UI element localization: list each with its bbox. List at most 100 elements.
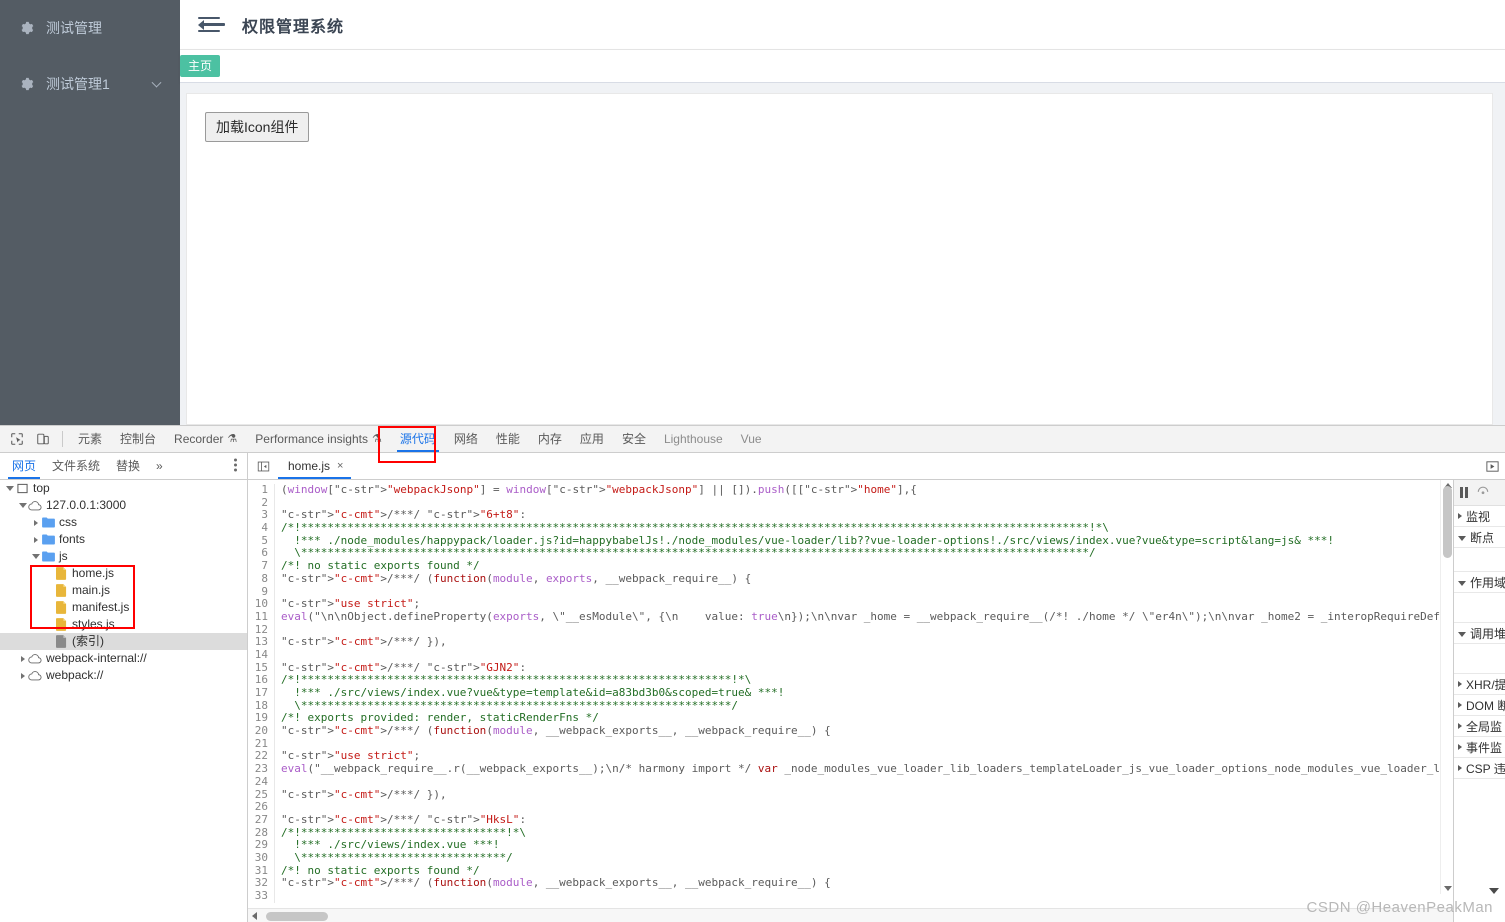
tab-recorder[interactable]: Recorder ⚗: [165, 426, 246, 452]
line-number[interactable]: 17: [248, 686, 274, 700]
tree-row[interactable]: fonts: [0, 531, 247, 548]
device-toolbar-icon[interactable]: [30, 427, 56, 451]
tab-security[interactable]: 安全: [613, 426, 655, 452]
tab-label: 网络: [453, 432, 478, 446]
tab-vue[interactable]: Vue: [732, 426, 771, 452]
tree-row[interactable]: styles.js: [0, 616, 247, 633]
tab-label: Performance insights: [255, 432, 368, 446]
chevron-right-icon[interactable]: [17, 655, 28, 662]
line-number[interactable]: 23: [248, 762, 274, 776]
debugger-section-header[interactable]: 监视: [1454, 506, 1505, 527]
tree-row[interactable]: css: [0, 514, 247, 531]
line-number[interactable]: 20: [248, 724, 274, 738]
chevron-right-icon[interactable]: [30, 519, 41, 526]
line-number[interactable]: 14: [248, 648, 274, 662]
tree-row[interactable]: manifest.js: [0, 599, 247, 616]
scroll-down-caret-icon[interactable]: [1489, 888, 1499, 894]
tree-row[interactable]: webpack-internal://: [0, 650, 247, 667]
debugger-section-header[interactable]: DOM 断: [1454, 695, 1505, 716]
subtab-page[interactable]: 网页: [4, 453, 44, 479]
tab-memory[interactable]: 内存: [529, 426, 571, 452]
chevron-right-icon: [1458, 723, 1462, 729]
subtab-more[interactable]: »: [148, 453, 171, 479]
line-number[interactable]: 27: [248, 813, 274, 827]
code-line: 20 "c-str">"c-cmt">/***/ (function(module…: [248, 724, 1453, 738]
tree-row[interactable]: 127.0.0.1:3000: [0, 497, 247, 514]
sidebar-item-label: 测试管理: [46, 20, 102, 36]
tab-performance-insights[interactable]: Performance insights ⚗: [246, 426, 391, 452]
code-line: 11 eval("\n\nObject.defineProperty(export…: [248, 610, 1453, 624]
tree-row[interactable]: top: [0, 480, 247, 497]
line-number[interactable]: 33: [248, 889, 274, 903]
tab-elements[interactable]: 元素: [69, 426, 111, 452]
sidebar-item-0[interactable]: 测试管理: [0, 0, 180, 56]
chevron-right-icon[interactable]: [30, 536, 41, 543]
debugger-section-header[interactable]: 事件监: [1454, 737, 1505, 758]
cloud-icon: [28, 653, 42, 664]
step-over-icon[interactable]: [1476, 485, 1490, 500]
chevron-down-icon: [1458, 631, 1466, 637]
code-line: 10 "c-str">"use strict";: [248, 597, 1453, 611]
line-number[interactable]: 11: [248, 610, 274, 624]
tab-console[interactable]: 控制台: [111, 426, 165, 452]
code-line: 13 "c-str">"c-cmt">/***/ }),: [248, 635, 1453, 649]
debugger-section-header[interactable]: 全局监: [1454, 716, 1505, 737]
scrollbar-thumb[interactable]: [1443, 486, 1452, 558]
debugger-section-header[interactable]: 断点: [1454, 527, 1505, 548]
toggle-navigator-icon[interactable]: [252, 457, 274, 475]
code-area[interactable]: 1 (window["c-str">"webpackJsonp"] = windo…: [248, 480, 1453, 908]
debugger-section-header[interactable]: 调用堆: [1454, 623, 1505, 644]
scrollbar-thumb[interactable]: [266, 911, 328, 921]
chevron-down-icon: [1458, 535, 1466, 541]
debugger-section-header[interactable]: XHR/提: [1454, 674, 1505, 695]
line-number[interactable]: 10: [248, 597, 274, 611]
line-number[interactable]: 26: [248, 800, 274, 814]
tree-row[interactable]: main.js: [0, 582, 247, 599]
line-number[interactable]: 24: [248, 775, 274, 789]
debugger-section-label: DOM 断: [1466, 698, 1505, 713]
fold-menu-icon[interactable]: [198, 16, 225, 34]
code-line-text: eval("\n\nObject.defineProperty(exports,…: [274, 610, 1453, 624]
chevron-right-icon[interactable]: [17, 672, 28, 679]
subtab-overrides[interactable]: 替换: [108, 453, 148, 479]
tree-row[interactable]: webpack://: [0, 667, 247, 684]
resume-icon[interactable]: [1479, 454, 1505, 478]
tab-lighthouse[interactable]: Lighthouse: [655, 426, 732, 452]
web-application: 测试管理 测试管理1 权限管理系统 主页 加载Icon组件: [0, 0, 1505, 425]
code-line: 32 "c-str">"c-cmt">/***/ (function(module…: [248, 876, 1453, 890]
inspect-element-icon[interactable]: [4, 427, 30, 451]
line-number[interactable]: 8: [248, 572, 274, 586]
line-number[interactable]: 7: [248, 559, 274, 573]
chevron-down-icon[interactable]: [30, 554, 41, 559]
line-number[interactable]: 4: [248, 521, 274, 535]
tree-row[interactable]: (索引): [0, 633, 247, 650]
more-options-icon[interactable]: [234, 458, 237, 474]
line-number[interactable]: 30: [248, 851, 274, 865]
subtab-filesystem[interactable]: 文件系统: [44, 453, 108, 479]
tag-bar: 主页: [180, 50, 1505, 83]
editor-tab-home-js[interactable]: home.js ×: [278, 453, 352, 479]
editor-vertical-scrollbar[interactable]: [1440, 480, 1453, 894]
close-icon[interactable]: ×: [337, 453, 343, 479]
chevron-down-icon[interactable]: [4, 486, 15, 491]
debugger-section-header[interactable]: 作用域: [1454, 572, 1505, 593]
sidebar-item-1[interactable]: 测试管理1: [0, 56, 180, 112]
tab-network[interactable]: 网络: [445, 426, 487, 452]
tree-row[interactable]: home.js: [0, 565, 247, 582]
tab-sources[interactable]: 源代码: [391, 426, 445, 452]
tag-home[interactable]: 主页: [180, 55, 221, 77]
tree-row[interactable]: js: [0, 548, 247, 565]
chevron-down-icon[interactable]: [17, 503, 28, 508]
source-editor[interactable]: 1 (window["c-str">"webpackJsonp"] = windo…: [248, 480, 1453, 922]
navigator-file-tree[interactable]: top 127.0.0.1:3000 css fonts js home.js main.j…: [0, 480, 248, 922]
editor-horizontal-scrollbar[interactable]: [248, 908, 1453, 922]
tab-application[interactable]: 应用: [571, 426, 613, 452]
scroll-down-icon[interactable]: [1444, 886, 1452, 891]
tab-performance[interactable]: 性能: [487, 426, 529, 452]
pause-script-icon[interactable]: [1460, 487, 1468, 498]
line-number[interactable]: 1: [248, 483, 274, 497]
load-icon-component-button[interactable]: 加载Icon组件: [205, 112, 310, 142]
debugger-section-label: 作用域: [1470, 575, 1505, 590]
scroll-left-icon[interactable]: [252, 912, 257, 920]
debugger-section-header[interactable]: CSP 违: [1454, 758, 1505, 779]
